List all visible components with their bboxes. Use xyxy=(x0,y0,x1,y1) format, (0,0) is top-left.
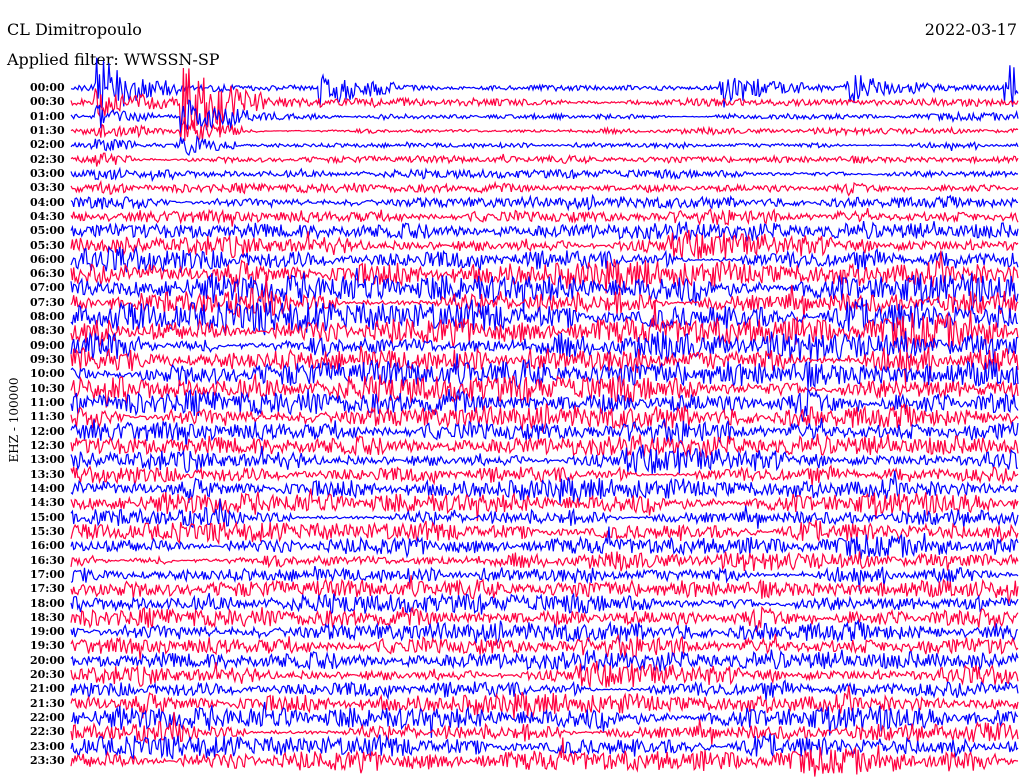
trace-row-0400 xyxy=(70,193,1019,212)
trace-row-0330 xyxy=(70,179,1019,197)
trace-row-1530 xyxy=(70,519,1019,546)
trace-row-1800 xyxy=(70,592,1019,616)
trace-row-2000 xyxy=(70,649,1019,672)
trace-row-1700 xyxy=(70,565,1019,591)
trace-row-1130 xyxy=(70,403,1019,434)
trace-row-0230 xyxy=(70,152,1019,167)
trace-row-1330 xyxy=(70,464,1019,486)
trace-row-0500 xyxy=(70,220,1019,243)
trace-row-0200 xyxy=(70,134,1019,157)
helicorder-plot xyxy=(70,57,1019,777)
trace-row-2330 xyxy=(70,737,1019,777)
trace-row-1630 xyxy=(70,551,1019,572)
trace-row-0300 xyxy=(70,166,1019,183)
trace-row-0100 xyxy=(70,99,1019,135)
trace-row-0430 xyxy=(70,207,1019,227)
